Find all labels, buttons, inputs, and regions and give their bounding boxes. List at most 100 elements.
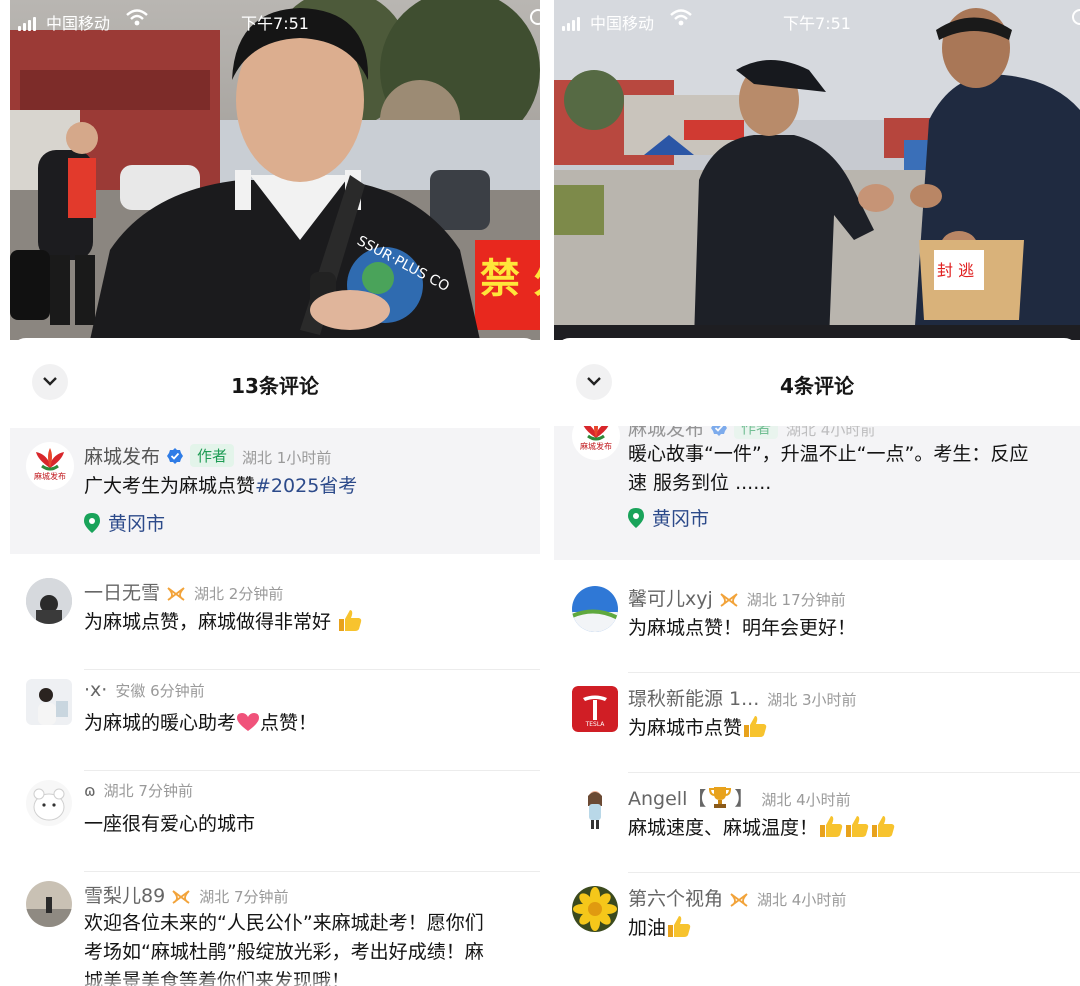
commenter-name[interactable]: 一日无雪 [84,582,160,604]
author-tag: 作者 [734,426,779,439]
comment-item[interactable]: 第六个视角 湖北 4小时前 加油 [554,874,1080,974]
comment-body: 雪梨儿89 湖北 7分钟前 欢迎各位未来的“人民公仆”来麻城赴考！愿你们 考场如“… [84,881,540,986]
comment-body: ·x· 安徽 6分钟前 为麻城的暖心助考 点赞！ [84,679,540,738]
logo-caption: 麻城发布 [34,472,66,481]
comment-text: 为麻城点赞，麻城做得非常好 [84,608,540,637]
comment-body: 馨可儿xyj 湖北 17分钟前 为麻城点赞！明年会更好！ [628,584,1080,643]
comment-text: 为麻城点赞！明年会更好！ [628,617,857,639]
author-avatar[interactable]: 麻城发布 [26,442,74,490]
comment-text-line: 考场如“麻城杜鹃”般绽放光彩，考出好成绩！麻 [84,941,484,963]
commenter-name[interactable]: 馨可儿xyj [628,588,713,610]
location-label[interactable]: 黄冈市 [108,513,165,535]
comment-meta: 湖北 7分钟前 [199,888,289,906]
comment-meta: 湖北 17分钟前 [746,591,846,609]
pinned-text-main: 广大考生为麻城点赞 [84,475,256,497]
status-bar: 中国移动 下午7:51 [10,0,540,38]
commenter-name[interactable]: 雪梨儿89 [84,885,165,907]
author-avatar[interactable]: 麻城发布 [572,426,620,460]
comment-body: Angell【 】湖北 4小时前 麻城速度、麻城温度！ [628,784,1080,843]
comment-text-line: 为麻城市点赞 [628,717,743,739]
comment-text: 麻城速度、麻城温度！ [628,814,1080,843]
sheet-header: 13条评论 [10,338,540,426]
comment-item[interactable]: ɷ 湖北 7分钟前 一座很有爱心的城市 [10,772,540,872]
pinned-author-comment[interactable]: 麻城发布 麻城发布 作者 湖北 4小时前 暖心故事“一件”，升温不止“一点”。考生：… [554,426,1080,560]
fan-badge-icon [730,893,748,907]
comment-text: 为麻城市点赞 [628,714,1080,743]
trophy-icon [709,787,732,808]
video-player[interactable]: 封 逃 中国移动 下午7:51 [554,0,1080,340]
avatar-caption: TESLA [585,721,605,728]
location-row[interactable]: 黄冈市 [628,504,1080,531]
comment-item[interactable]: 一日无雪 湖北 2分钟前 为麻城点赞，麻城做得非常好 [10,570,540,670]
author-tag: 作者 [190,444,235,467]
video-frame: 禁 外 SSUR·PLUS CO [10,0,540,340]
heart-icon [237,713,260,731]
comment-item[interactable]: Angell【 】湖北 4小时前 麻城速度、麻城温度！ [554,774,1080,874]
avatar[interactable] [26,881,72,927]
comment-item[interactable]: 馨可儿xyj 湖北 17分钟前 为麻城点赞！明年会更好！ [554,574,1080,674]
comment-text: 一座很有爱心的城市 [84,813,256,835]
comment-meta: 湖北 7分钟前 [103,782,193,800]
pinned-text-line: 速 服务到位 ...... [628,472,772,494]
comment-meta: 湖北 2分钟前 [194,585,284,603]
comment-count-title: 13条评论 [231,374,319,398]
avatar[interactable] [26,578,72,624]
left-screenshot: 禁 外 SSUR·PLUS CO 中国移动 下午7:51 [10,0,540,986]
thumbs-up-icon [339,610,362,631]
comment-text: 为麻城的暖心助考 点赞！ [84,709,540,738]
comment-body: 一日无雪 湖北 2分钟前 为麻城点赞，麻城做得非常好 [84,578,540,637]
avatar[interactable]: TESLA [572,686,618,732]
author-name[interactable]: 麻城发布 [84,446,160,468]
comment-item[interactable]: TESLA 璟秋新能源 1... 湖北 3小时前 为麻城市点赞 [554,674,1080,774]
hashtag-link[interactable]: #2025省考 [255,475,357,497]
comment-body: ɷ 湖北 7分钟前 一座很有爱心的城市 [84,780,540,839]
comment-count-title: 4条评论 [780,374,854,398]
avatar[interactable] [572,886,618,932]
comment-item[interactable]: ·x· 安徽 6分钟前 为麻城的暖心助考 点赞！ [10,671,540,771]
pinned-content: 麻城发布 作者 湖北 4小时前 暖心故事“一件”，升温不止“一点”。考生：反应 速 … [628,426,1080,531]
divider [84,871,540,872]
avatar[interactable] [572,786,618,832]
logo-caption: 麻城发布 [580,442,612,451]
commenter-name[interactable]: ·x· [84,679,107,701]
pinned-content: 麻城发布 作者 湖北 1小时前 广大考生为麻城点赞#2025省考 黄冈市 [84,442,540,536]
banner-text: 禁 外 [480,256,540,302]
comments-sheet: 13条评论 麻城发布 麻城发布 作者 湖北 1小时前 广大考生为麻城点赞#2025省… [10,338,540,986]
location-row[interactable]: 黄冈市 [84,509,540,536]
right-screenshot: 封 逃 中国移动 下午7:51 4条评论 麻城发布 麻城发布 作者 湖北 4小时… [554,0,1080,986]
commenter-name[interactable]: Angell【 [628,788,706,810]
comment-text-line: 加油 [628,917,667,939]
commenter-name[interactable]: 璟秋新能源 1... [628,688,759,710]
video-frame: 封 逃 [554,0,1080,340]
location-pin-icon [84,513,100,533]
avatar[interactable] [572,586,618,632]
fan-badge-icon [167,587,185,601]
avatar[interactable] [26,780,72,826]
thumbs-up-icon [846,816,869,837]
sheet-header: 4条评论 [554,338,1080,426]
commenter-name[interactable]: ɷ [84,781,96,800]
commenter-name[interactable]: 第六个视角 [628,888,723,910]
video-player[interactable]: 禁 外 SSUR·PLUS CO 中国移动 下午7:51 [10,0,540,340]
divider [84,669,540,670]
pinned-author-comment[interactable]: 麻城发布 麻城发布 作者 湖北 1小时前 广大考生为麻城点赞#2025省考 黄冈市 [10,428,540,554]
comment-text-line: 麻城速度、麻城温度！ [628,817,819,839]
thumbs-up-icon [668,916,691,937]
divider [84,770,540,771]
divider [628,872,1080,873]
comment-meta: 安徽 6分钟前 [115,682,205,700]
comment-item[interactable]: 雪梨儿89 湖北 7分钟前 欢迎各位未来的“人民公仆”来麻城赴考！愿你们 考场如“… [10,873,540,986]
status-bar: 中国移动 下午7:51 [554,0,1080,38]
comment-text-line: 为麻城点赞，麻城做得非常好 [84,611,332,633]
location-pin-icon [628,508,644,528]
author-name[interactable]: 麻城发布 [628,426,704,440]
comment-text-line: 欢迎各位未来的“人民公仆”来麻城赴考！愿你们 [84,912,484,934]
location-label[interactable]: 黄冈市 [652,508,709,530]
pinned-text: 暖心故事“一件”，升温不止“一点”。考生：反应 速 服务到位 ...... [628,440,1080,498]
pinned-text: 广大考生为麻城点赞#2025省考 [84,472,540,501]
status-time: 下午7:51 [241,14,309,33]
avatar[interactable] [26,679,72,725]
thumbs-up-icon [872,816,895,837]
verified-icon [711,426,728,436]
comment-meta: 湖北 4小时前 [761,791,851,809]
